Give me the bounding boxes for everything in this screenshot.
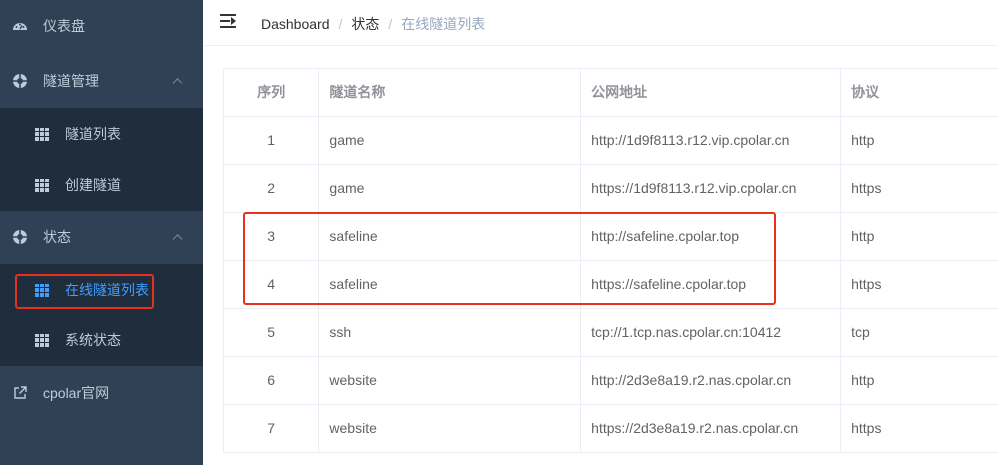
table-row: 2 game https://1d9f8113.r12.vip.cpolar.c… [224,164,998,213]
cell-protocol: tcp [840,308,998,357]
cell-name: safeline [318,212,582,261]
chevron-up-icon [172,78,183,89]
breadcrumb-dashboard[interactable]: Dashboard [261,16,330,32]
breadcrumb-separator: / [338,16,343,32]
sidebar-item-cpolar-website[interactable]: cpolar官网 [0,367,203,419]
sidebar-item-system-status[interactable]: 系统状态 [0,314,203,366]
cell-index: 1 [224,116,320,165]
sidebar-item-label: cpolar官网 [43,385,110,401]
cell-index: 4 [224,260,320,309]
table-row: 1 game http://1d9f8113.r12.vip.cpolar.cn… [224,116,998,165]
cell-protocol: https [840,404,998,453]
cell-protocol: http [840,356,998,405]
cell-protocol: https [840,164,998,213]
sidebar-item-label: 系统状态 [65,332,121,348]
sidebar-item-label: 隧道列表 [65,126,121,142]
lifebuoy-icon [12,73,28,89]
sidebar-item-create-tunnel[interactable]: 创建隧道 [0,159,203,211]
cell-name: ssh [318,308,582,357]
cell-url: tcp://1.tcp.nas.cpolar.cn:10412 [580,308,842,357]
external-link-icon [12,385,28,401]
tunnel-table: 序列 隧道名称 公网地址 协议 1 game http://1d9f8113.r… [223,68,998,453]
cell-index: 7 [224,404,320,453]
column-header-name: 隧道名称 [318,69,582,117]
cell-protocol: http [840,212,998,261]
sidebar-item-label: 仪表盘 [43,18,85,34]
sidebar-item-label: 在线隧道列表 [65,282,149,298]
table-row: 6 website http://2d3e8a19.r2.nas.cpolar.… [224,356,998,405]
cell-name: website [318,404,582,453]
grid-icon [34,282,50,298]
table-row: 4 safeline https://safeline.cpolar.top h… [224,260,998,309]
breadcrumb-current: 在线隧道列表 [401,16,486,32]
column-header-index: 序列 [224,69,320,117]
table-row: 3 safeline http://safeline.cpolar.top ht… [224,212,998,261]
sidebar-item-tunnel-list[interactable]: 隧道列表 [0,108,203,160]
sidebar-item-label: 创建隧道 [65,177,121,193]
cell-url: http://safeline.cpolar.top [580,212,842,261]
breadcrumb-status[interactable]: 状态 [351,14,379,34]
sidebar-item-tunnel-management[interactable]: 隧道管理 [0,55,203,107]
table-header-row: 序列 隧道名称 公网地址 协议 [224,69,998,117]
sidebar-item-status[interactable]: 状态 [0,211,203,263]
table-row: 7 website https://2d3e8a19.r2.nas.cpolar… [224,404,998,453]
cell-name: game [318,116,582,165]
column-header-protocol: 协议 [840,69,998,117]
cell-url: https://safeline.cpolar.top [580,260,842,309]
hamburger-icon[interactable] [220,14,236,28]
cell-url: https://1d9f8113.r12.vip.cpolar.cn [580,164,842,213]
app-root: 仪表盘 隧道管理 隧道列表 创建隧道 状态 在线隧道列表 系统状态 cpolar… [0,0,998,465]
cell-name: safeline [318,260,582,309]
cell-url: https://2d3e8a19.r2.nas.cpolar.cn [580,404,842,453]
cell-url: http://1d9f8113.r12.vip.cpolar.cn [580,116,842,165]
cell-protocol: http [840,116,998,165]
grid-icon [34,177,50,193]
cell-index: 2 [224,164,320,213]
lifebuoy-icon [12,229,28,245]
cell-index: 5 [224,308,320,357]
breadcrumb: Dashboard / 状态 / 在线隧道列表 [261,14,485,34]
grid-icon [34,332,50,348]
sidebar-item-dashboard[interactable]: 仪表盘 [0,0,203,52]
cell-protocol: https [840,260,998,309]
sidebar: 仪表盘 隧道管理 隧道列表 创建隧道 状态 在线隧道列表 系统状态 cpolar… [0,0,203,465]
sidebar-item-label: 隧道管理 [43,73,99,89]
chevron-up-icon [172,234,183,245]
sidebar-item-online-tunnel-list[interactable]: 在线隧道列表 [0,264,203,316]
table-row: 5 ssh tcp://1.tcp.nas.cpolar.cn:10412 tc… [224,308,998,357]
dashboard-icon [12,18,28,34]
breadcrumb-separator: / [388,16,393,32]
sidebar-item-label: 状态 [43,229,71,245]
column-header-url: 公网地址 [580,69,842,117]
cell-url: http://2d3e8a19.r2.nas.cpolar.cn [580,356,842,405]
grid-icon [34,126,50,142]
top-navbar: Dashboard / 状态 / 在线隧道列表 [203,0,998,46]
cell-name: game [318,164,582,213]
cell-index: 6 [224,356,320,405]
cell-name: website [318,356,582,405]
cell-index: 3 [224,212,320,261]
